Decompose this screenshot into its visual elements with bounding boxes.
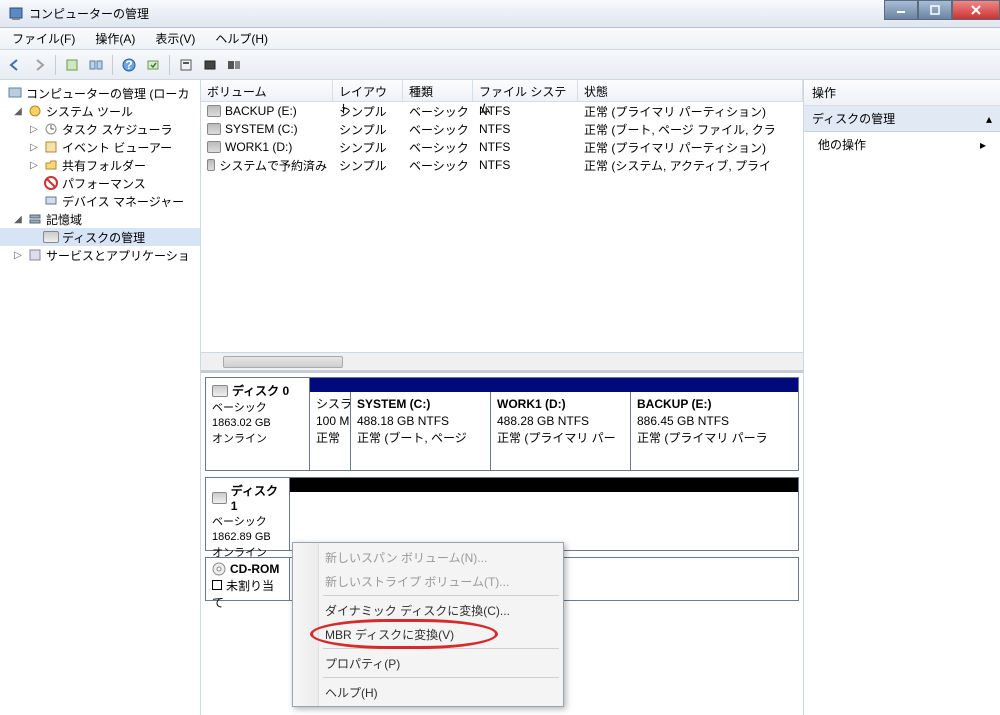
col-type[interactable]: 種類: [403, 80, 473, 101]
actions-header: 操作: [804, 80, 1000, 106]
col-layout[interactable]: レイアウト: [333, 80, 403, 101]
ctx-new-stripe[interactable]: 新しいストライプ ボリューム(T)...: [295, 569, 561, 593]
tree-shared[interactable]: ▷共有フォルダー: [0, 156, 200, 174]
ctx-convert-dynamic[interactable]: ダイナミック ディスクに変換(C)...: [295, 598, 561, 622]
menu-help[interactable]: ヘルプ(H): [209, 28, 274, 49]
disk-0-stripe: [310, 378, 798, 392]
tree-root[interactable]: コンピューターの管理 (ローカ: [0, 84, 200, 102]
volume-row[interactable]: WORK1 (D:) シンプル ベーシック NTFS 正常 (プライマリ パーテ…: [201, 138, 803, 156]
ctx-help[interactable]: ヘルプ(H): [295, 680, 561, 704]
tree-storage[interactable]: ◢記憶域: [0, 210, 200, 228]
partition-system-c[interactable]: SYSTEM (C:)488.18 GB NTFS正常 (ブート, ページ: [350, 392, 490, 470]
partition-sysreserved[interactable]: シスラ100 M正常: [310, 392, 350, 470]
title-bar: コンピューターの管理: [0, 0, 1000, 28]
actions-section-disk[interactable]: ディスクの管理▴: [804, 106, 1000, 132]
context-menu: 新しいスパン ボリューム(N)... 新しいストライプ ボリューム(T)... …: [292, 542, 564, 707]
disk-1[interactable]: ディスク 1 ベーシック 1862.89 GB オンライン: [205, 477, 799, 551]
toolbar-btn-4[interactable]: [175, 54, 197, 76]
disk-1-label: ディスク 1 ベーシック 1862.89 GB オンライン: [206, 478, 290, 550]
drive-icon: [207, 123, 221, 135]
toolbar-btn-1[interactable]: [61, 54, 83, 76]
drive-icon: [207, 141, 221, 153]
svg-text:?: ?: [125, 58, 132, 72]
col-status[interactable]: 状態: [578, 80, 803, 101]
close-button[interactable]: [952, 0, 1000, 20]
col-volume[interactable]: ボリューム: [201, 80, 333, 101]
help-button[interactable]: ?: [118, 54, 140, 76]
toolbar: ?: [0, 50, 1000, 80]
toolbar-btn-3[interactable]: [142, 54, 164, 76]
horizontal-scrollbar[interactable]: [201, 352, 803, 370]
menu-file[interactable]: ファイル(F): [6, 28, 81, 49]
volume-row[interactable]: システムで予約済み シンプル ベーシック NTFS 正常 (システム, アクティ…: [201, 156, 803, 174]
disk-0[interactable]: ディスク 0 ベーシック 1863.02 GB オンライン シスラ100 M正常…: [205, 377, 799, 471]
tree-services[interactable]: ▷サービスとアプリケーショ: [0, 246, 200, 264]
app-icon: [8, 6, 24, 22]
actions-other[interactable]: 他の操作▸: [804, 132, 1000, 157]
toolbar-btn-2[interactable]: [85, 54, 107, 76]
menu-action[interactable]: 操作(A): [89, 28, 141, 49]
collapse-icon: ▴: [986, 112, 992, 126]
ctx-new-span[interactable]: 新しいスパン ボリューム(N)...: [295, 545, 561, 569]
drive-icon: [207, 105, 221, 117]
tree-task[interactable]: ▷タスク スケジューラ: [0, 120, 200, 138]
volume-row[interactable]: SYSTEM (C:) シンプル ベーシック NTFS 正常 (ブート, ページ…: [201, 120, 803, 138]
navigation-tree[interactable]: コンピューターの管理 (ローカ ◢システム ツール ▷タスク スケジューラ ▷イ…: [0, 80, 201, 715]
actions-pane: 操作 ディスクの管理▴ 他の操作▸: [804, 80, 1000, 715]
disk-icon: [212, 492, 227, 504]
volume-list[interactable]: ボリューム レイアウト 種類 ファイル システム 状態 BACKUP (E:) …: [201, 80, 803, 370]
ctx-convert-mbr[interactable]: MBR ディスクに変換(V): [295, 622, 561, 646]
maximize-button[interactable]: [918, 0, 952, 20]
forward-button[interactable]: [28, 54, 50, 76]
toolbar-btn-5[interactable]: [199, 54, 221, 76]
disk-1-unallocated-bar[interactable]: [290, 478, 798, 492]
volume-row[interactable]: BACKUP (E:) シンプル ベーシック NTFS 正常 (プライマリ パー…: [201, 102, 803, 120]
tree-perf[interactable]: パフォーマンス: [0, 174, 200, 192]
volume-header[interactable]: ボリューム レイアウト 種類 ファイル システム 状態: [201, 80, 803, 102]
partition-work1-d[interactable]: WORK1 (D:)488.28 GB NTFS正常 (プライマリ パー: [490, 392, 630, 470]
ctx-properties[interactable]: プロパティ(P): [295, 651, 561, 675]
window-title: コンピューターの管理: [29, 5, 149, 22]
chevron-right-icon: ▸: [980, 138, 986, 152]
partition-backup-e[interactable]: BACKUP (E:)886.45 GB NTFS正常 (プライマリ パーラ: [630, 392, 798, 470]
disk-0-label: ディスク 0 ベーシック 1863.02 GB オンライン: [206, 378, 310, 470]
tree-diskmgmt[interactable]: ディスクの管理: [0, 228, 200, 246]
toolbar-btn-6[interactable]: [223, 54, 245, 76]
menu-bar: ファイル(F) 操作(A) 表示(V) ヘルプ(H): [0, 28, 1000, 50]
drive-icon: [207, 159, 215, 171]
tree-event[interactable]: ▷イベント ビューアー: [0, 138, 200, 156]
disk-icon: [212, 385, 228, 397]
col-fs[interactable]: ファイル システム: [473, 80, 578, 101]
tree-devmgr[interactable]: デバイス マネージャー: [0, 192, 200, 210]
tree-systools[interactable]: ◢システム ツール: [0, 102, 200, 120]
minimize-button[interactable]: [884, 0, 918, 20]
menu-view[interactable]: 表示(V): [149, 28, 201, 49]
cd-icon: [212, 562, 226, 576]
cdrom-label: CD-ROM 未割り当て: [206, 558, 290, 600]
back-button[interactable]: [4, 54, 26, 76]
